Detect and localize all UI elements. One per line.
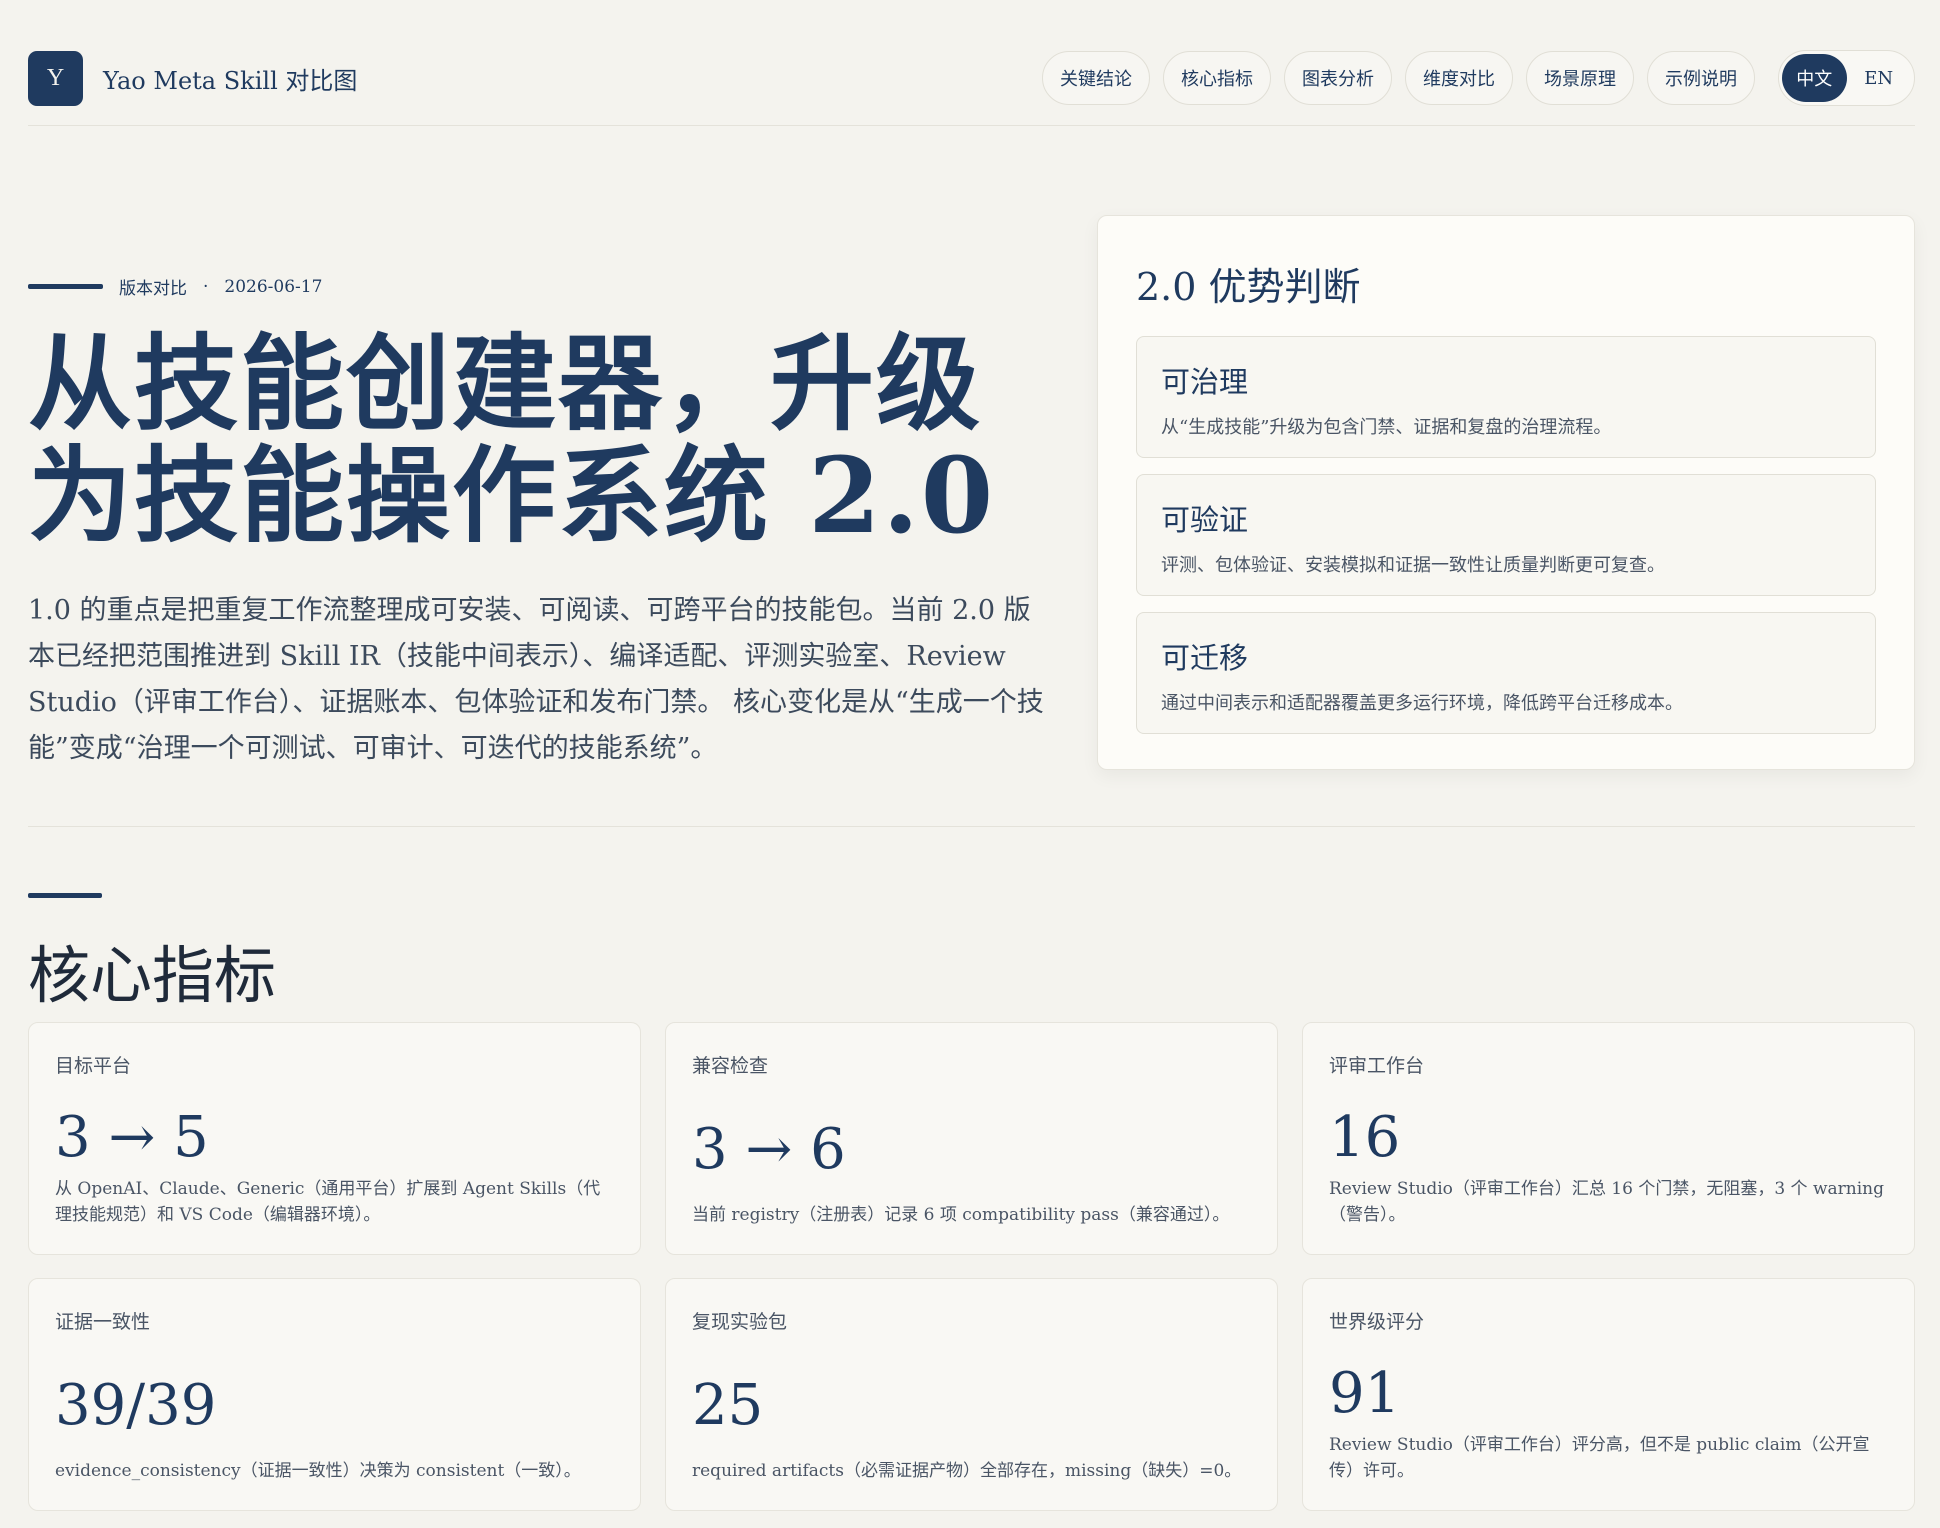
hero-description: 1.0 的重点是把重复工作流整理成可安装、可阅读、可跨平台的技能包。当前 2.0… (28, 595, 1044, 764)
hero-title: 从技能创建器，升级 为技能操作系统 2.0 (28, 328, 1038, 552)
section-accent-bar (28, 893, 102, 898)
advantage-item-title: 可迁移 (1161, 641, 1249, 675)
metric-note: evidence_consistency（证据一致性）决策为 consisten… (55, 1461, 581, 1481)
main-nav: 关键结论 核心指标 图表分析 维度对比 场景原理 示例说明 中文 EN (1042, 50, 1915, 106)
advantage-item-desc: 评测、包体验证、安装模拟和证据一致性让质量判断更可复查。 (1161, 555, 1665, 576)
advantage-item-desc: 从“生成技能”升级为包含门禁、证据和复盘的治理流程。 (1161, 417, 1612, 438)
advantage-item-title: 可治理 (1161, 365, 1249, 399)
metric-label: 复现实验包 (692, 1311, 788, 1333)
metric-value: 25 (692, 1373, 764, 1438)
advantage-card: 2.0 优势判断 可治理 从“生成技能”升级为包含门禁、证据和复盘的治理流程。 … (1097, 215, 1915, 770)
eyebrow-label: 版本对比 (119, 279, 187, 299)
metric-note: required artifacts（必需证据产物）全部存在，missing（缺… (692, 1461, 1242, 1481)
nav-dimension-compare[interactable]: 维度对比 (1405, 51, 1513, 105)
metric-value: 91 (1329, 1361, 1401, 1426)
metric-label: 证据一致性 (55, 1311, 151, 1333)
advantage-title: 2.0 优势判断 (1136, 265, 1361, 309)
eyebrow-separator: · (203, 276, 209, 297)
metric-card: 世界级评分 91 Review Studio（评审工作台）评分高，但不是 pub… (1302, 1278, 1915, 1511)
language-toggle: 中文 EN (1778, 50, 1915, 106)
metric-label: 兼容检查 (692, 1055, 769, 1077)
logo-badge: Y (28, 50, 83, 106)
metric-note: Review Studio（评审工作台）评分高，但不是 public claim… (1329, 1435, 1870, 1481)
nav-examples[interactable]: 示例说明 (1647, 51, 1755, 105)
advantage-item: 可治理 从“生成技能”升级为包含门禁、证据和复盘的治理流程。 (1136, 336, 1876, 458)
metric-label: 评审工作台 (1329, 1055, 1425, 1077)
header-divider (28, 125, 1915, 126)
metric-card: 复现实验包 25 required artifacts（必需证据产物）全部存在，… (665, 1278, 1278, 1511)
metric-card: 目标平台 3 → 5 从 OpenAI、Claude、Generic（通用平台）… (28, 1022, 641, 1255)
nav-chart-analysis[interactable]: 图表分析 (1284, 51, 1392, 105)
metric-value: 16 (1329, 1105, 1401, 1170)
metric-card: 证据一致性 39/39 evidence_consistency（证据一致性）决… (28, 1278, 641, 1511)
metric-value: 3 → 6 (692, 1117, 846, 1182)
nav-key-conclusions[interactable]: 关键结论 (1042, 51, 1150, 105)
metric-note: Review Studio（评审工作台）汇总 16 个门禁，无阻塞，3 个 wa… (1329, 1179, 1884, 1225)
lang-en-button[interactable]: EN (1847, 54, 1912, 102)
nav-core-metrics[interactable]: 核心指标 (1163, 51, 1271, 105)
metric-card: 兼容检查 3 → 6 当前 registry（注册表）记录 6 项 compat… (665, 1022, 1278, 1255)
top-bar: Y Yao Meta Skill 对比图 关键结论 核心指标 图表分析 维度对比… (28, 48, 1915, 108)
eyebrow-bar (28, 284, 103, 289)
metric-note: 当前 registry（注册表）记录 6 项 compatibility pas… (692, 1205, 1230, 1225)
advantage-item: 可迁移 通过中间表示和适配器覆盖更多运行环境，降低跨平台迁移成本。 (1136, 612, 1876, 734)
advantage-item-title: 可验证 (1161, 503, 1249, 537)
app-title: Yao Meta Skill 对比图 (103, 66, 358, 95)
hero-eyebrow: 版本对比 · 2026-06-17 (28, 274, 322, 299)
hero-title-line-1: 从技能创建器，升级 (28, 322, 983, 445)
advantage-item: 可验证 评测、包体验证、安装模拟和证据一致性让质量判断更可复查。 (1136, 474, 1876, 596)
advantage-item-desc: 通过中间表示和适配器覆盖更多运行环境，降低跨平台迁移成本。 (1161, 693, 1683, 714)
lang-zh-button[interactable]: 中文 (1782, 54, 1847, 102)
metric-label: 世界级评分 (1329, 1311, 1425, 1333)
metric-value: 3 → 5 (55, 1105, 209, 1170)
brand[interactable]: Y Yao Meta Skill 对比图 (28, 50, 358, 106)
hero-title-line-2: 为技能操作系统 2.0 (28, 434, 996, 557)
section-divider (28, 826, 1915, 827)
metric-label: 目标平台 (55, 1055, 132, 1077)
metric-note: 从 OpenAI、Claude、Generic（通用平台）扩展到 Agent S… (55, 1179, 601, 1225)
metric-card: 评审工作台 16 Review Studio（评审工作台）汇总 16 个门禁，无… (1302, 1022, 1915, 1255)
eyebrow-date: 2026-06-17 (224, 276, 323, 297)
nav-scenario-principles[interactable]: 场景原理 (1526, 51, 1634, 105)
metrics-section-title: 核心指标 (28, 939, 277, 1012)
metric-value: 39/39 (55, 1373, 217, 1438)
